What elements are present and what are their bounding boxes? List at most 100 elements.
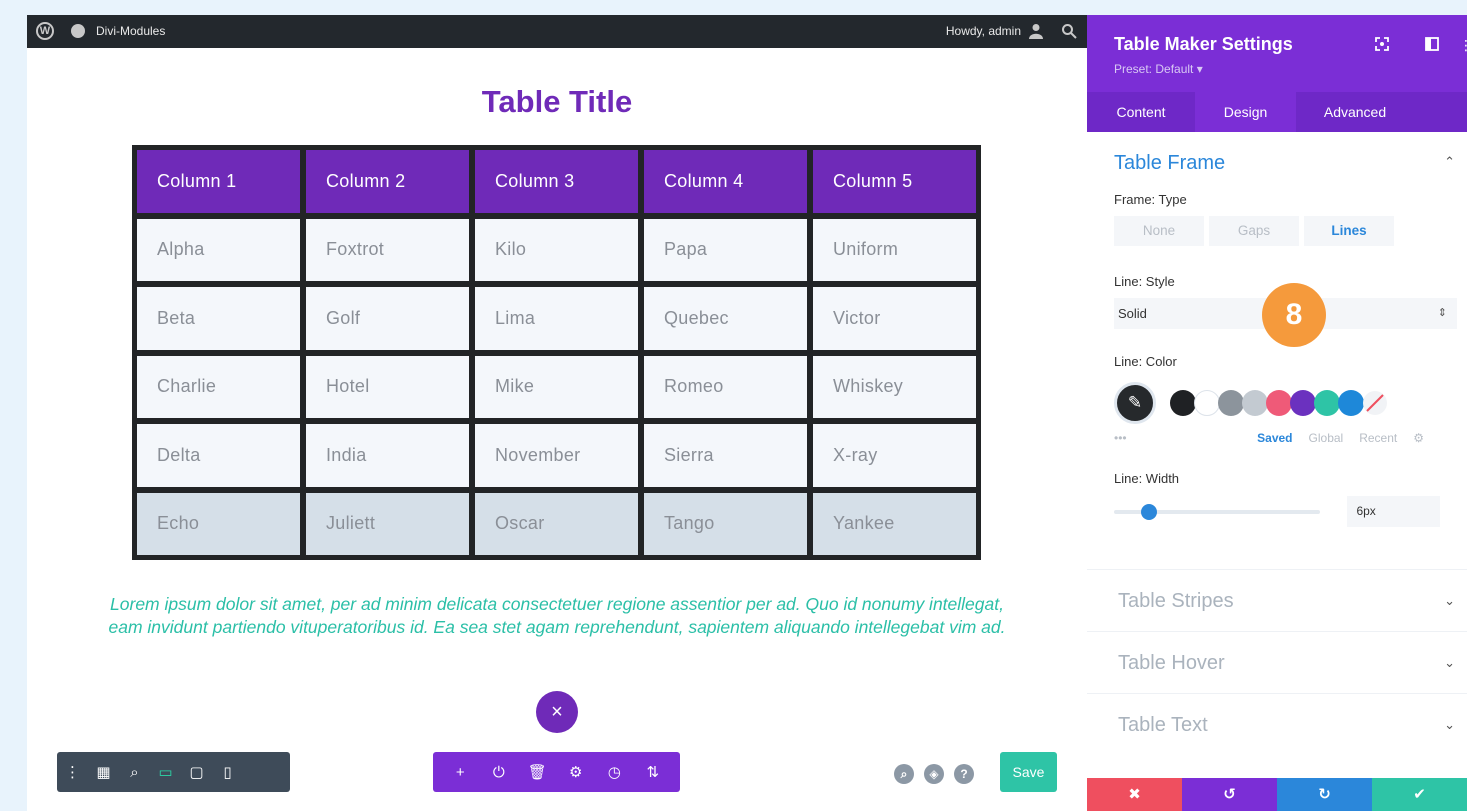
select-arrows-icon: ⇕ xyxy=(1437,307,1447,319)
discard-button[interactable]: ✖ xyxy=(1087,778,1182,811)
more-options-icon[interactable]: ⋮ xyxy=(1459,37,1467,54)
table-cell: Golf xyxy=(306,287,469,350)
slider-knob[interactable] xyxy=(1141,503,1157,520)
section-title: Table Text xyxy=(1118,714,1208,736)
redo-button[interactable]: ↻ xyxy=(1277,778,1372,811)
tablet-view-icon[interactable]: ▢ xyxy=(181,752,212,792)
section-table-text[interactable]: Table Text ⌄ xyxy=(1087,693,1467,755)
table-cell: Tango xyxy=(644,492,807,555)
table-header-cell: Column 4 xyxy=(644,150,807,213)
power-icon[interactable]: ⏻ xyxy=(487,764,511,781)
data-table[interactable]: Column 1 Column 2 Column 3 Column 4 Colu… xyxy=(132,145,981,560)
tab-content[interactable]: Content xyxy=(1087,92,1195,132)
page-settings-toolbar: ⋮ ▦ ⌕ ▭ ▢ ▯ xyxy=(57,752,290,792)
frame-type-gaps[interactable]: Gaps xyxy=(1209,216,1299,246)
frame-type-none[interactable]: None xyxy=(1114,216,1204,246)
swatch-gray[interactable] xyxy=(1218,390,1244,416)
swatch-teal[interactable] xyxy=(1314,390,1340,416)
table-title: Table Title xyxy=(481,84,633,119)
fullscreen-icon[interactable] xyxy=(1375,37,1389,51)
help-icon[interactable]: ? xyxy=(954,764,974,784)
table-header-cell: Column 1 xyxy=(137,150,300,213)
table-cell: Oscar xyxy=(475,492,638,555)
swatch-pink[interactable] xyxy=(1266,390,1292,416)
portability-icon[interactable]: ⇅ xyxy=(641,763,665,781)
swatch-light-gray[interactable] xyxy=(1242,390,1268,416)
swatch-purple[interactable] xyxy=(1290,390,1316,416)
table-cell: Lima xyxy=(475,287,638,350)
table-cell: November xyxy=(475,424,638,487)
panel-title: Table Maker Settings xyxy=(1114,34,1293,54)
undo-button[interactable]: ↺ xyxy=(1182,778,1277,811)
table-cell: Victor xyxy=(813,287,976,350)
admin-bar: W Divi-Modules Howdy, admin xyxy=(27,15,1087,48)
line-width-control: 6px xyxy=(1114,496,1440,527)
split-view-icon[interactable] xyxy=(1425,37,1439,51)
section-table-hover[interactable]: Table Hover ⌄ xyxy=(1087,631,1467,693)
trash-icon[interactable]: 🗑 xyxy=(525,763,549,781)
swatch-white[interactable] xyxy=(1194,390,1220,416)
eyedropper-icon[interactable]: ✎ xyxy=(1114,382,1156,424)
preset-dropdown[interactable]: Preset: Default ▾ xyxy=(1114,62,1203,76)
section-title-table-frame[interactable]: Table Frame xyxy=(1114,132,1440,192)
chevron-down-icon: ⌄ xyxy=(1444,655,1455,670)
table-cell: Yankee xyxy=(813,492,976,555)
table-header-cell: Column 5 xyxy=(813,150,976,213)
swatch-black[interactable] xyxy=(1170,390,1196,416)
table-header-cell: Column 2 xyxy=(306,150,469,213)
search-icon[interactable] xyxy=(1061,23,1077,39)
line-style-value: Solid xyxy=(1118,306,1147,321)
settings-gear-icon[interactable]: ⚙ xyxy=(1413,431,1424,445)
body-text: Lorem ipsum dolor sit amet, per ad minim… xyxy=(108,594,1006,637)
table-cell: Echo xyxy=(137,492,300,555)
site-icon xyxy=(71,24,85,38)
save-button[interactable]: Save xyxy=(1000,752,1057,792)
line-width-slider[interactable] xyxy=(1114,503,1321,520)
table-cell: Beta xyxy=(137,287,300,350)
table-cell: Mike xyxy=(475,355,638,418)
frame-type-options: None Gaps Lines xyxy=(1114,216,1440,246)
swatch-blue[interactable] xyxy=(1338,390,1364,416)
gear-icon[interactable]: ⚙ xyxy=(564,763,588,781)
user-icon[interactable] xyxy=(1029,23,1043,39)
search-round-icon[interactable]: ⌕ xyxy=(894,764,914,784)
history-icon[interactable]: ◷ xyxy=(602,763,626,781)
chevron-down-icon: ⌄ xyxy=(1444,717,1455,732)
table-cell: Papa xyxy=(644,218,807,281)
wordpress-logo-icon[interactable]: W xyxy=(36,22,54,40)
color-tab-recent[interactable]: Recent xyxy=(1359,431,1397,445)
no-color-icon[interactable] xyxy=(1362,390,1388,416)
section-title: Table Hover xyxy=(1118,652,1225,674)
page-actions-toolbar: + ⏻ 🗑 ⚙ ◷ ⇅ xyxy=(433,752,680,792)
table-cell: Whiskey xyxy=(813,355,976,418)
module-settings-panel: Table Maker Settings Preset: Default ▾ ⋮… xyxy=(1087,15,1467,811)
section-title: Table Stripes xyxy=(1118,590,1234,612)
add-icon[interactable]: + xyxy=(448,764,472,781)
frame-type-lines[interactable]: Lines xyxy=(1304,216,1394,246)
close-module-button[interactable]: × xyxy=(536,691,578,733)
section-table-stripes[interactable]: Table Stripes ⌄ xyxy=(1087,569,1467,631)
user-greeting[interactable]: Howdy, admin xyxy=(946,24,1021,38)
table-cell: Hotel xyxy=(306,355,469,418)
step-badge: 8 xyxy=(1262,283,1326,347)
wireframe-view-icon[interactable]: ▦ xyxy=(88,752,119,792)
color-tab-global[interactable]: Global xyxy=(1309,431,1344,445)
tab-design[interactable]: Design xyxy=(1195,92,1296,132)
color-tab-saved[interactable]: Saved xyxy=(1257,431,1292,445)
layers-icon[interactable]: ◈ xyxy=(924,764,944,784)
panel-footer: ✖ ↺ ↻ ✔ xyxy=(1087,778,1467,811)
tab-advanced[interactable]: Advanced xyxy=(1296,92,1414,132)
table-cell: Sierra xyxy=(644,424,807,487)
more-dots-icon[interactable]: ••• xyxy=(1114,431,1257,445)
line-width-input[interactable]: 6px xyxy=(1347,496,1440,527)
desktop-view-icon[interactable]: ▭ xyxy=(150,752,181,792)
table-cell: Delta xyxy=(137,424,300,487)
menu-dots-icon[interactable]: ⋮ xyxy=(57,752,88,792)
confirm-button[interactable]: ✔ xyxy=(1372,778,1467,811)
phone-view-icon[interactable]: ▯ xyxy=(212,752,243,792)
zoom-icon[interactable]: ⌕ xyxy=(119,752,150,792)
site-name-link[interactable]: Divi-Modules xyxy=(96,24,165,38)
color-tabs: ••• Saved Global Recent ⚙ xyxy=(1114,431,1440,445)
table-cell: Quebec xyxy=(644,287,807,350)
chevron-up-icon[interactable]: ⌃ xyxy=(1444,154,1455,170)
